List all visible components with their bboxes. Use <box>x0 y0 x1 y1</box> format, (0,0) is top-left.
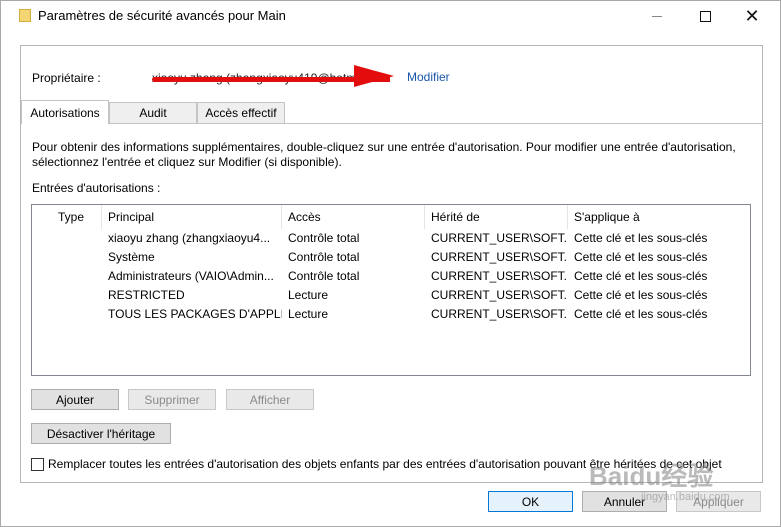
column-header-applies-to[interactable]: S'applique à <box>568 205 750 229</box>
inherited-from-cell: CURRENT_USER\SOFT... <box>431 250 568 264</box>
tab-strip: Autorisations Audit Accès effectif <box>21 100 762 124</box>
maximize-button[interactable] <box>682 1 728 31</box>
description-text: Pour obtenir des informations supplément… <box>32 140 736 169</box>
permissions-tab-content: Pour obtenir des informations supplément… <box>21 123 762 483</box>
table-row[interactable]: Auto... TOUS LES PACKAGES D'APPLI... Lec… <box>32 305 750 324</box>
owner-label: Propriétaire : <box>32 71 101 85</box>
entries-label: Entrées d'autorisations : <box>32 181 161 195</box>
ok-button[interactable]: OK <box>488 491 573 512</box>
red-arrow-annotation <box>354 65 394 87</box>
inherited-from-cell: CURRENT_USER\SOFT... <box>431 307 568 321</box>
inherited-from-cell: CURRENT_USER\SOFT... <box>431 269 568 283</box>
tab-effective-access[interactable]: Accès effectif <box>197 102 285 123</box>
table-row[interactable]: Auto... Administrateurs (VAIO\Admin... C… <box>32 267 750 286</box>
applies-to-cell: Cette clé et les sous-clés <box>574 250 708 264</box>
applies-to-cell: Cette clé et les sous-clés <box>574 231 708 245</box>
column-header-type[interactable]: Type <box>32 205 102 229</box>
principal-cell: RESTRICTED <box>108 288 185 302</box>
close-icon: ✕ <box>744 6 760 26</box>
access-cell: Contrôle total <box>288 250 360 264</box>
folder-icon <box>19 9 31 22</box>
main-panel: Propriétaire : xiaoyu zhang (zhangxiaoyu… <box>20 45 763 483</box>
close-button[interactable]: ✕ <box>729 1 775 31</box>
minimize-icon <box>652 15 662 17</box>
applies-to-cell: Cette clé et les sous-clés <box>574 307 708 321</box>
view-button[interactable]: Afficher <box>226 389 314 410</box>
tab-audit[interactable]: Audit <box>109 102 197 123</box>
principal-cell: TOUS LES PACKAGES D'APPLI... <box>108 307 282 321</box>
table-row[interactable]: Auto... Système Contrôle total CURRENT_U… <box>32 248 750 267</box>
access-cell: Contrôle total <box>288 231 360 245</box>
column-header-principal[interactable]: Principal <box>102 205 282 229</box>
applies-to-cell: Cette clé et les sous-clés <box>574 269 708 283</box>
add-button[interactable]: Ajouter <box>31 389 119 410</box>
minimize-button[interactable] <box>634 1 680 31</box>
column-header-inherited-from[interactable]: Hérité de <box>425 205 568 229</box>
principal-cell: Administrateurs (VAIO\Admin... <box>108 269 274 283</box>
baidu-watermark: Baidu经验 <box>589 461 714 491</box>
list-header: Type Principal Accès Hérité de S'appliqu… <box>32 205 750 229</box>
modify-owner-link[interactable]: Modifier <box>407 70 450 84</box>
access-cell: Contrôle total <box>288 269 360 283</box>
tab-permissions[interactable]: Autorisations <box>21 100 109 124</box>
principal-cell: xiaoyu zhang (zhangxiaoyu4... <box>108 231 271 245</box>
permission-entries-list[interactable]: Type Principal Accès Hérité de S'appliqu… <box>31 204 751 376</box>
access-cell: Lecture <box>288 307 329 321</box>
applies-to-cell: Cette clé et les sous-clés <box>574 288 708 302</box>
inherited-from-cell: CURRENT_USER\SOFT... <box>431 231 568 245</box>
column-header-access[interactable]: Accès <box>282 205 425 229</box>
baidu-watermark-url: jingyan.baidu.com <box>641 491 730 503</box>
table-row[interactable]: Auto... RESTRICTED Lecture CURRENT_USER\… <box>32 286 750 305</box>
maximize-icon <box>699 10 711 22</box>
table-row[interactable]: Auto... xiaoyu zhang (zhangxiaoyu4... Co… <box>32 229 750 248</box>
inherited-from-cell: CURRENT_USER\SOFT... <box>431 288 568 302</box>
window-title: Paramètres de sécurité avancés pour Main <box>38 8 286 23</box>
replace-child-permissions-checkbox[interactable] <box>31 458 44 471</box>
access-cell: Lecture <box>288 288 329 302</box>
advanced-security-settings-window: Paramètres de sécurité avancés pour Main… <box>0 0 781 527</box>
disable-inheritance-button[interactable]: Désactiver l'héritage <box>31 423 171 444</box>
principal-cell: Système <box>108 250 155 264</box>
title-bar[interactable]: Paramètres de sécurité avancés pour Main… <box>1 1 780 31</box>
remove-button[interactable]: Supprimer <box>128 389 216 410</box>
